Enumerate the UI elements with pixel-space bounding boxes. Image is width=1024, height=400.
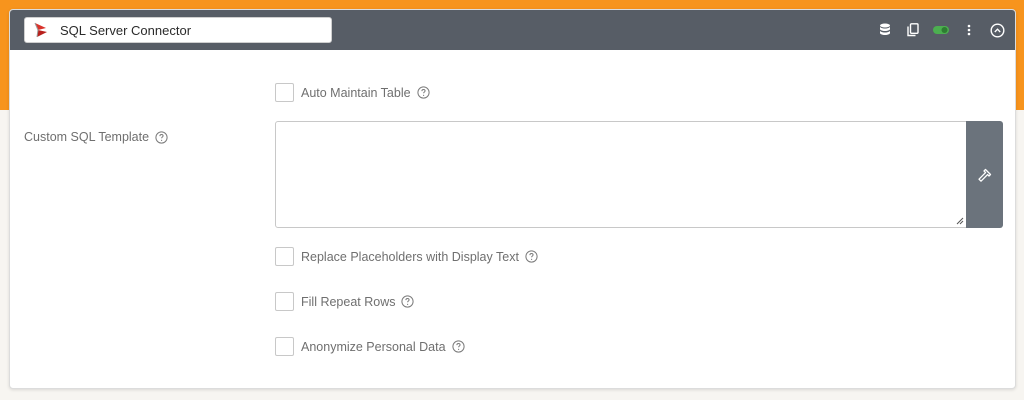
replace-placeholders-row: Replace Placeholders with Display Text xyxy=(275,247,538,266)
database-icon[interactable] xyxy=(871,10,899,50)
custom-sql-label: Custom SQL Template xyxy=(24,130,150,144)
help-icon[interactable] xyxy=(416,86,430,99)
help-icon[interactable] xyxy=(155,130,168,144)
replace-placeholders-checkbox[interactable] xyxy=(275,247,294,266)
custom-sql-textarea-wrap xyxy=(275,121,967,228)
header-actions xyxy=(871,10,1015,50)
fill-repeat-checkbox[interactable] xyxy=(275,292,294,311)
collapse-up-icon[interactable] xyxy=(983,10,1011,50)
auto-maintain-checkbox[interactable] xyxy=(275,83,294,102)
anonymize-checkbox[interactable] xyxy=(275,337,294,356)
connector-panel: SQL Server Connector Auto Maintain Table… xyxy=(9,9,1016,389)
anonymize-label: Anonymize Personal Data xyxy=(301,339,446,354)
panel-header: SQL Server Connector xyxy=(10,10,1015,50)
connector-title: SQL Server Connector xyxy=(60,22,192,38)
replace-placeholders-label: Replace Placeholders with Display Text xyxy=(301,249,519,264)
help-icon[interactable] xyxy=(451,340,465,353)
fill-repeat-row: Fill Repeat Rows xyxy=(275,292,415,311)
fill-repeat-label: Fill Repeat Rows xyxy=(301,294,396,309)
help-icon[interactable] xyxy=(401,295,415,308)
custom-sql-textarea[interactable] xyxy=(276,122,966,227)
sql-server-logo-icon xyxy=(34,22,47,38)
toggle-on-icon[interactable] xyxy=(927,10,955,50)
auto-maintain-label: Auto Maintain Table xyxy=(301,85,411,100)
connector-name-field[interactable]: SQL Server Connector xyxy=(24,17,332,43)
resize-grip-icon[interactable] xyxy=(955,216,964,225)
more-vertical-icon[interactable] xyxy=(955,10,983,50)
help-icon[interactable] xyxy=(525,250,538,263)
custom-sql-label-row: Custom SQL Template xyxy=(24,130,168,144)
copy-icon[interactable] xyxy=(899,10,927,50)
sql-builder-button[interactable] xyxy=(966,121,1003,228)
hammer-icon xyxy=(977,168,991,182)
auto-maintain-row: Auto Maintain Table xyxy=(275,83,430,102)
anonymize-row: Anonymize Personal Data xyxy=(275,337,465,356)
